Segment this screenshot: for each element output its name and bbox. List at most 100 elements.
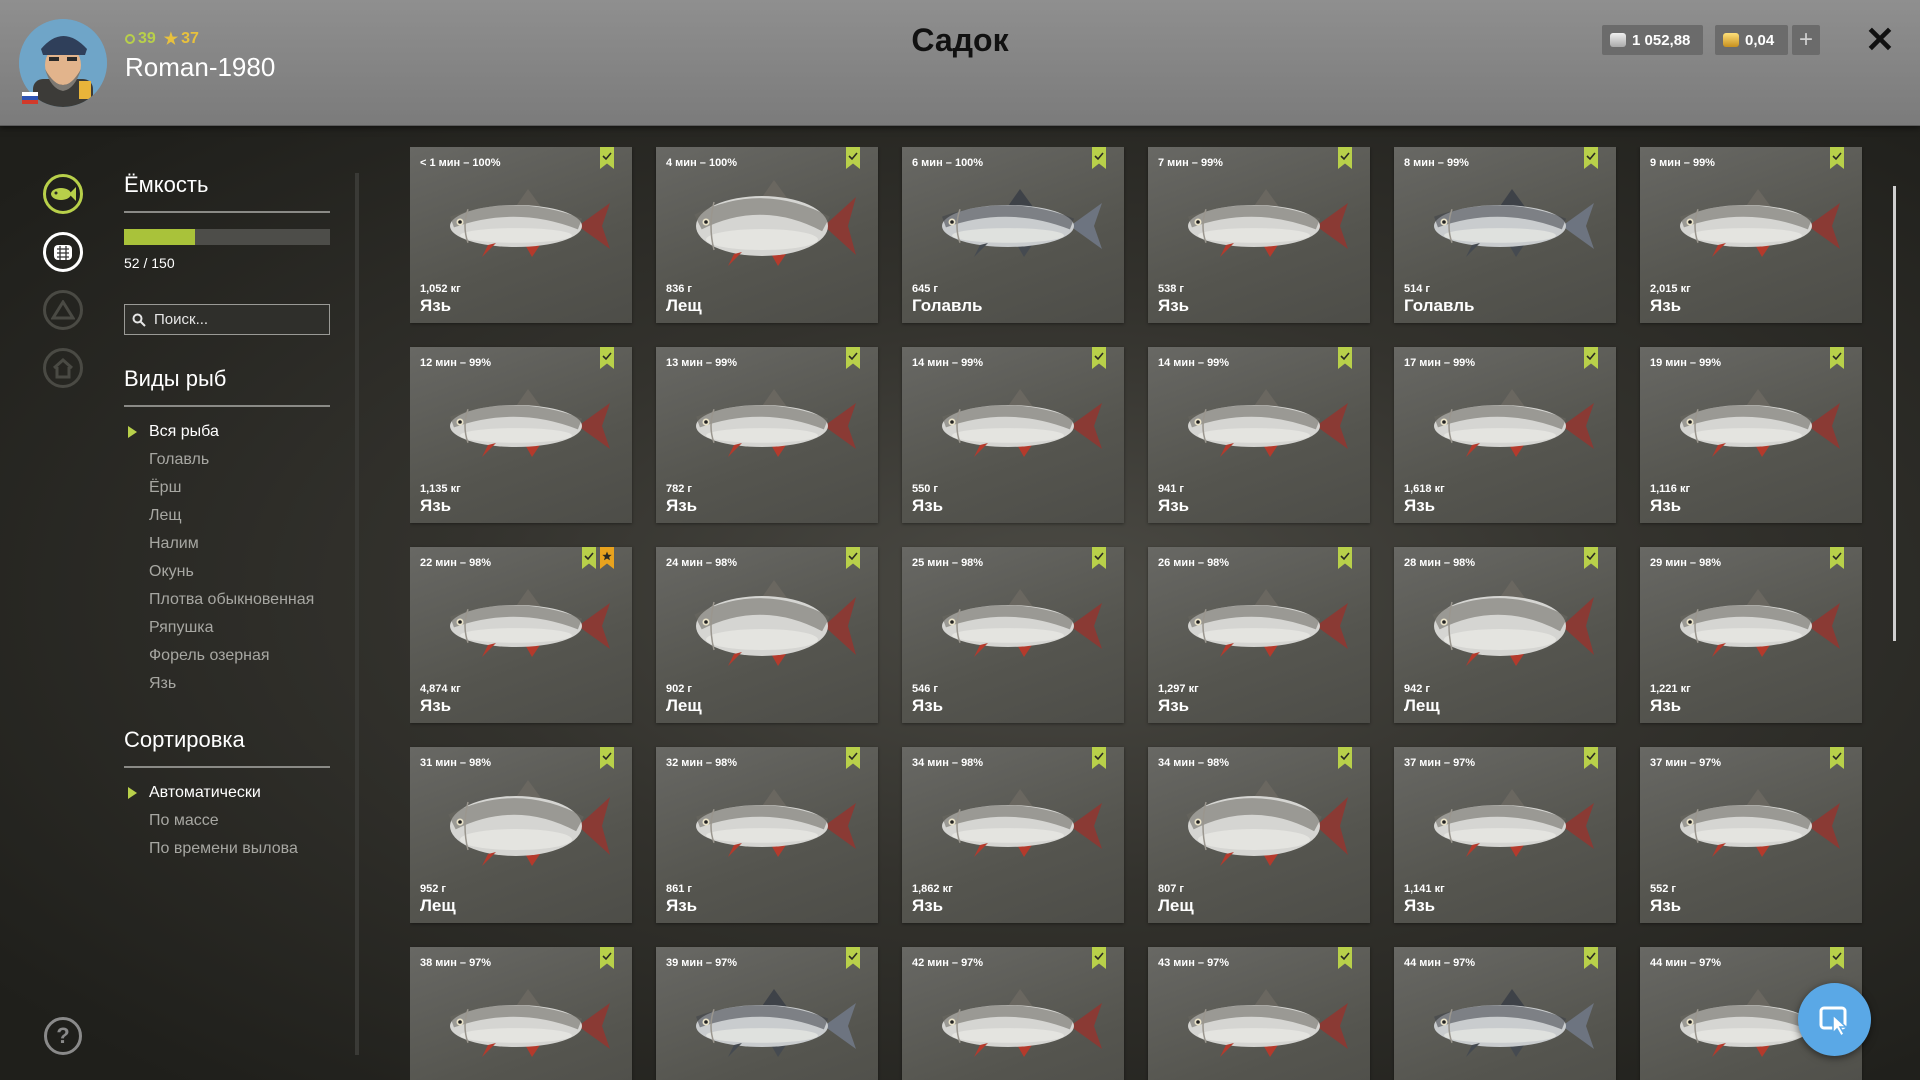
catch-time-quality: 34 мин – 98%	[1158, 757, 1230, 769]
fish-species-name: Язь	[1158, 496, 1190, 515]
fish-card[interactable]: < 1 мин – 100% 1,052 кг Язь	[410, 147, 632, 323]
fish-image	[428, 979, 614, 1073]
catch-time-quality: 38 мин – 97%	[420, 957, 492, 969]
fish-card[interactable]: 4 мин – 100% 836 г Лещ	[656, 147, 878, 323]
home-tab-icon[interactable]	[43, 348, 83, 388]
fish-card[interactable]: 34 мин – 98% 1,862 кг Язь	[902, 747, 1124, 923]
caught-bookmark-icon	[1830, 947, 1844, 969]
catch-time-quality: 32 мин – 98%	[666, 757, 738, 769]
sort-option-item[interactable]: Автоматически	[124, 779, 298, 807]
fish-card[interactable]: 31 мин – 98% 952 г Лещ	[410, 747, 632, 923]
fish-card[interactable]: 44 мин – 97%	[1394, 947, 1616, 1080]
sort-option-item[interactable]: По времени вылова	[124, 835, 298, 863]
species-filter-item[interactable]: Окунь	[124, 558, 314, 586]
fish-weight: 645 г	[912, 283, 938, 295]
gold-balance[interactable]: 0,04	[1715, 25, 1788, 55]
fish-card[interactable]: 37 мин – 97% 552 г Язь	[1640, 747, 1862, 923]
fish-card[interactable]: 25 мин – 98% 546 г Язь	[902, 547, 1124, 723]
catch-time-quality: 13 мин – 99%	[666, 357, 738, 369]
fish-card[interactable]: 12 мин – 99% 1,135 кг Язь	[410, 347, 632, 523]
fish-image	[1412, 979, 1598, 1073]
keepnet-tab-icon[interactable]	[43, 232, 83, 272]
divider	[124, 405, 330, 407]
rank-indicator: ★ 37	[164, 29, 199, 49]
fish-image	[674, 579, 860, 673]
panel-scrollbar[interactable]	[355, 173, 359, 1055]
gold-coin-icon	[1723, 33, 1739, 47]
species-filter-item[interactable]: Плотва обыкновенная	[124, 586, 314, 614]
catch-time-quality: 39 мин – 97%	[666, 957, 738, 969]
catch-time-quality: 43 мин – 97%	[1158, 957, 1230, 969]
add-currency-button[interactable]: +	[1792, 25, 1820, 55]
fish-image	[1166, 179, 1352, 273]
caught-bookmark-icon	[1338, 747, 1352, 769]
fish-card[interactable]: 37 мин – 97% 1,141 кг Язь	[1394, 747, 1616, 923]
level-icon	[125, 34, 135, 44]
sort-option-item[interactable]: По массе	[124, 807, 298, 835]
fish-card[interactable]: 8 мин – 99% 514 г Голавль	[1394, 147, 1616, 323]
fish-image	[1166, 979, 1352, 1073]
fish-card[interactable]: 13 мин – 99% 782 г Язь	[656, 347, 878, 523]
fish-card[interactable]: 42 мин – 97%	[902, 947, 1124, 1080]
species-filter-item[interactable]: Лещ	[124, 502, 314, 530]
catch-time-quality: 26 мин – 98%	[1158, 557, 1230, 569]
silver-coin-icon	[1610, 33, 1626, 47]
fish-weight: 4,874 кг	[420, 683, 461, 695]
fish-card[interactable]: 22 мин – 98% 4,874 кг Язь	[410, 547, 632, 723]
help-button[interactable]: ?	[44, 1017, 82, 1055]
fish-image	[1412, 779, 1598, 873]
species-filter-item[interactable]: Ряпушка	[124, 614, 314, 642]
fish-card[interactable]: 14 мин – 99% 550 г Язь	[902, 347, 1124, 523]
search-box[interactable]	[124, 304, 330, 335]
caught-bookmark-icon	[846, 747, 860, 769]
species-filter-item[interactable]: Налим	[124, 530, 314, 558]
fish-card[interactable]: 19 мин – 99% 1,116 кг Язь	[1640, 347, 1862, 523]
fish-card[interactable]: 34 мин – 98% 807 г Лещ	[1148, 747, 1370, 923]
fish-card[interactable]: 17 мин – 99% 1,618 кг Язь	[1394, 347, 1616, 523]
cursor-icon	[1819, 1006, 1848, 1037]
search-input[interactable]	[152, 310, 326, 329]
fish-species-name: Язь	[420, 696, 452, 715]
fish-card[interactable]: 43 мин – 97%	[1148, 947, 1370, 1080]
species-filter-item[interactable]: Голавль	[124, 446, 314, 474]
fish-card[interactable]: 38 мин – 97%	[410, 947, 632, 1080]
caught-bookmark-icon	[1092, 147, 1106, 169]
fish-image	[1412, 379, 1598, 473]
caught-bookmark-icon	[1092, 547, 1106, 569]
fish-card[interactable]: 24 мин – 98% 902 г Лещ	[656, 547, 878, 723]
close-button[interactable]: ✕	[1862, 20, 1898, 60]
fish-species-name: Язь	[666, 496, 698, 515]
fish-card[interactable]: 28 мин – 98% 942 г Лещ	[1394, 547, 1616, 723]
catch-time-quality: 42 мин – 97%	[912, 957, 984, 969]
fish-card[interactable]: 26 мин – 98% 1,297 кг Язь	[1148, 547, 1370, 723]
fish-species-name: Язь	[1404, 496, 1436, 515]
cursor-mode-button[interactable]	[1798, 983, 1871, 1056]
fish-card[interactable]: 6 мин – 100% 645 г Голавль	[902, 147, 1124, 323]
tent-tab-icon[interactable]	[43, 290, 83, 330]
grid-scrollbar[interactable]	[1893, 186, 1896, 641]
species-filter-item[interactable]: Ёрш	[124, 474, 314, 502]
fish-image	[428, 579, 614, 673]
fish-image	[920, 579, 1106, 673]
fish-card[interactable]: 14 мин – 99% 941 г Язь	[1148, 347, 1370, 523]
species-filter-item[interactable]: Вся рыба	[124, 418, 314, 446]
fish-tab-icon[interactable]	[43, 174, 83, 214]
fish-image	[920, 779, 1106, 873]
fish-image	[1166, 579, 1352, 673]
catch-time-quality: < 1 мин – 100%	[420, 157, 501, 169]
fish-card[interactable]: 39 мин – 97%	[656, 947, 878, 1080]
silver-balance[interactable]: 1 052,88	[1602, 25, 1703, 55]
caught-bookmark-icon	[846, 547, 860, 569]
species-filter-item[interactable]: Форель озерная	[124, 642, 314, 670]
catch-time-quality: 29 мин – 98%	[1650, 557, 1722, 569]
capacity-title: Ёмкость	[124, 172, 209, 197]
fish-species-name: Язь	[1650, 696, 1682, 715]
fish-card[interactable]: 29 мин – 98% 1,221 кг Язь	[1640, 547, 1862, 723]
fish-card[interactable]: 9 мин – 99% 2,015 кг Язь	[1640, 147, 1862, 323]
fish-card[interactable]: 32 мин – 98% 861 г Язь	[656, 747, 878, 923]
caught-bookmark-icon	[1830, 747, 1844, 769]
species-filter-item[interactable]: Язь	[124, 670, 314, 698]
caught-bookmark-icon	[846, 147, 860, 169]
catch-time-quality: 37 мин – 97%	[1404, 757, 1476, 769]
fish-card[interactable]: 7 мин – 99% 538 г Язь	[1148, 147, 1370, 323]
